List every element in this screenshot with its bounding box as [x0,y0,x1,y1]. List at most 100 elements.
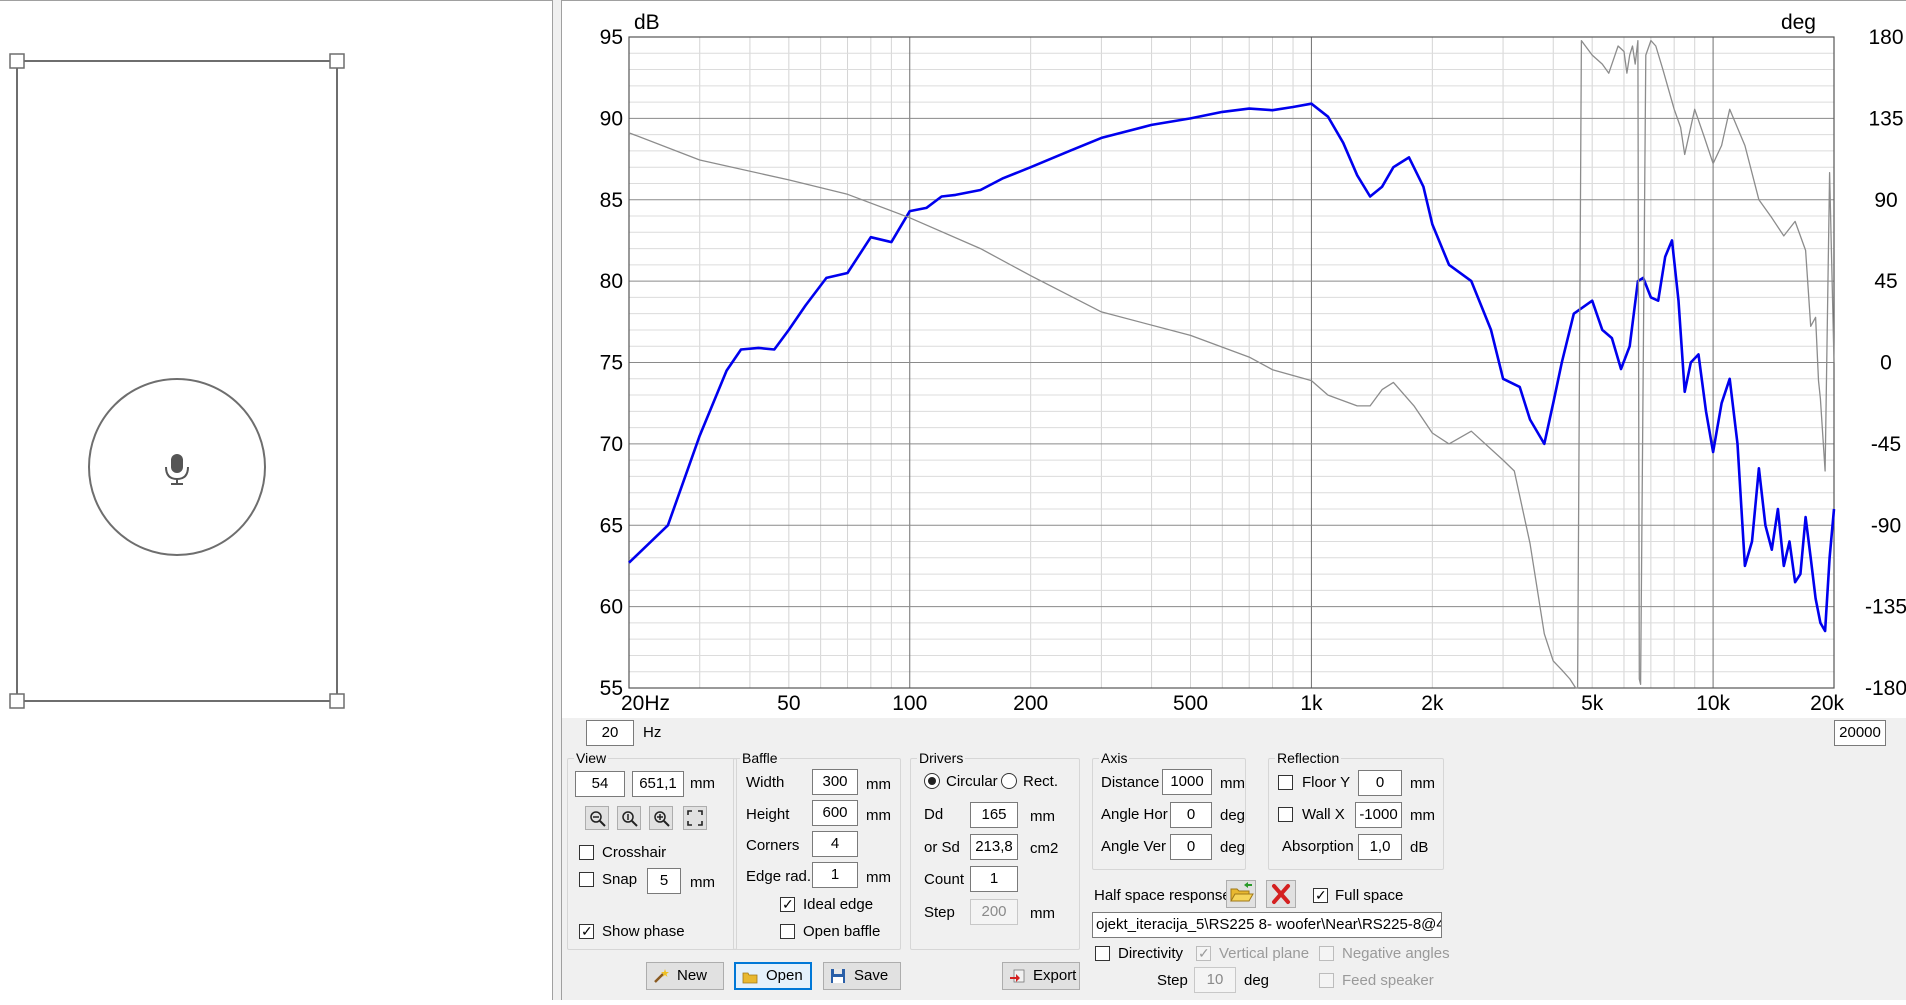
width-label: Width [746,774,785,791]
zoom-fit-button[interactable] [617,806,641,830]
pane-splitter[interactable] [552,0,562,1000]
height-input[interactable]: 600 [812,800,858,826]
response-chart[interactable]: 95 90 85 80 75 70 65 60 55 180 135 90 45 0 -45 -90 -135 -… [562,0,1906,718]
sd-label: or Sd [924,839,960,856]
wall-input[interactable]: -1000 [1355,802,1402,828]
folder-open-icon [1230,882,1254,902]
open-file-button[interactable] [1226,880,1256,908]
zoom-in-button[interactable] [649,806,673,830]
freq-max-input[interactable]: 20000 [1834,720,1886,746]
crosshair-checkbox[interactable] [579,845,594,860]
y-tick-label-left: 90 [600,107,623,130]
angle-ver-input[interactable]: 0 [1170,834,1212,860]
floor-checkbox[interactable] [1278,775,1293,790]
driver-step-input[interactable]: 200 [970,899,1018,925]
baffle-layout-view[interactable] [0,0,552,1000]
x-tick-label: 5k [1581,692,1604,715]
driver-step-unit: mm [1030,905,1055,922]
export-button[interactable]: Export [1002,962,1080,990]
resize-handle-top-right [329,53,345,69]
angle-hor-label: Angle Hor [1101,806,1168,823]
y-tick-label-right: -45 [1871,433,1901,456]
directivity-step-unit: deg [1244,972,1270,989]
absorption-input[interactable]: 1,0 [1358,834,1402,860]
dd-input[interactable]: 165 [970,802,1018,828]
x-tick-label: 50 [777,692,800,715]
angle-hor-input[interactable]: 0 [1170,802,1212,828]
snap-checkbox[interactable] [579,872,594,887]
width-input[interactable]: 300 [812,769,858,795]
zoom-out-button[interactable] [585,806,609,830]
snap-input[interactable]: 5 [647,868,681,894]
dd-unit: mm [1030,808,1055,825]
directivity-step-input[interactable]: 10 [1194,967,1236,993]
y-tick-label-right: 135 [1868,107,1903,130]
corners-input[interactable]: 4 [812,831,858,857]
phase-curve [628,39,1835,689]
ideal-edge-checkbox[interactable] [780,895,795,913]
freq-min-input[interactable]: 20 [586,720,634,746]
show-phase-checkbox[interactable] [579,922,594,940]
sd-input[interactable]: 213,8 [970,834,1018,860]
y-tick-label-right: -180 [1865,677,1906,700]
wall-unit: mm [1410,807,1435,824]
distance-input[interactable]: 1000 [1162,769,1212,795]
baffle-drawing[interactable] [0,1,552,1001]
spl-curve [628,102,1836,633]
rect-radio[interactable] [1001,773,1017,789]
y-tick-label-right: -90 [1871,514,1901,537]
ideal-edge-label: Ideal edge [803,896,874,913]
open-baffle-checkbox[interactable] [780,924,795,939]
floor-label: Floor Y [1302,774,1351,791]
folder-icon [742,972,758,984]
y-tick-label-left: 75 [600,352,623,375]
x-tick-label: 100 [892,692,927,715]
y-tick-label-left: 80 [600,270,623,293]
resize-handle-top-left [9,53,25,69]
directivity-checkbox[interactable] [1095,946,1110,961]
y-tick-label-left: 65 [600,514,623,537]
circular-label: Circular [946,773,998,790]
open-button-label: Open [766,967,803,984]
directivity-step-label: Step [1157,972,1188,989]
open-button[interactable]: Open [734,962,812,990]
vertical-plane-checkbox[interactable] [1196,944,1211,962]
y-tick-label-left: 60 [600,596,623,619]
y-tick-label-left: 85 [600,189,623,212]
resize-handle-bottom-right [329,693,345,709]
reflection-group-title: Reflection [1275,749,1342,767]
snap-label: Snap [602,871,638,888]
zoom-fit-icon [622,811,638,827]
left-axis-unit: dB [634,11,660,34]
absorption-label: Absorption [1282,838,1354,855]
open-baffle-label: Open baffle [803,923,881,940]
view-offset-input[interactable]: 54 [575,771,625,797]
view-unit: mm [690,775,715,792]
half-space-file-path[interactable]: ojekt_iteracija_5\RS225 8- woofer\Near\R… [1092,912,1442,938]
magic-wand-icon [654,969,669,983]
baffle-group-title: Baffle [740,749,780,767]
feed-speaker-checkbox[interactable] [1319,973,1334,988]
drivers-group-title: Drivers [917,749,966,767]
y-tick-label-right: 180 [1868,26,1903,49]
negative-angles-checkbox[interactable] [1319,946,1334,961]
resize-handle-bottom-left [9,693,25,709]
sd-unit: cm2 [1030,840,1059,857]
clear-file-button[interactable] [1266,880,1296,908]
view-size-input[interactable]: 651,1 [632,771,684,797]
y-tick-label-right: 0 [1880,352,1892,375]
half-space-label: Half space response [1094,887,1231,904]
count-input[interactable]: 1 [970,866,1018,892]
circular-radio[interactable] [924,773,940,789]
floor-input[interactable]: 0 [1358,770,1402,796]
rect-label: Rect. [1023,773,1059,790]
width-unit: mm [866,776,891,793]
y-tick-label-left: 70 [600,433,623,456]
fit-view-button[interactable] [683,806,707,830]
full-space-checkbox[interactable] [1313,886,1328,904]
feed-speaker-label: Feed speaker [1342,972,1434,989]
wall-checkbox[interactable] [1278,807,1293,822]
new-button[interactable]: New [646,962,724,990]
save-button[interactable]: Save [823,962,901,990]
edge-radius-input[interactable]: 1 [812,862,858,888]
